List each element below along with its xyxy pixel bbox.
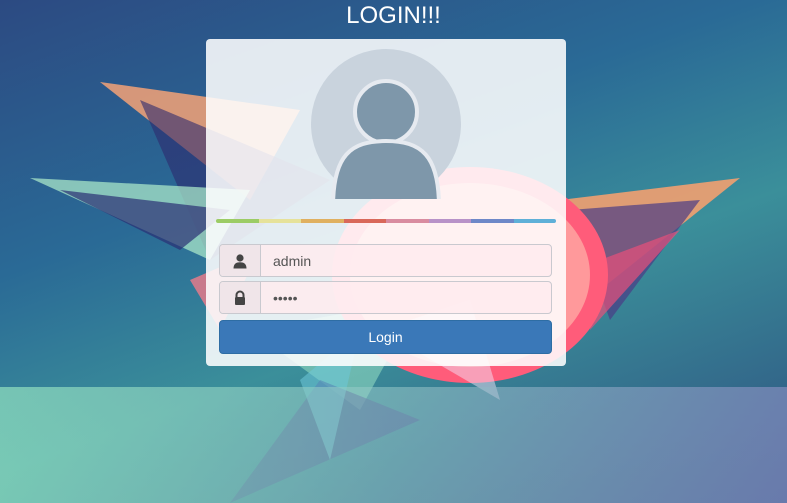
- login-button[interactable]: Login: [219, 320, 552, 354]
- username-input[interactable]: [261, 245, 551, 276]
- login-page: LOGIN!!! admin Login: [0, 0, 787, 503]
- user-icon: [220, 245, 261, 276]
- username-group: [219, 244, 552, 277]
- lock-icon: [220, 282, 261, 313]
- floor-overlay: [0, 387, 787, 503]
- password-group: [219, 281, 552, 314]
- user-avatar-icon: [311, 49, 461, 199]
- login-panel: Login: [206, 39, 566, 366]
- page-title: LOGIN!!!: [346, 2, 441, 29]
- color-stripe-divider: [216, 219, 556, 223]
- password-input[interactable]: [261, 282, 551, 313]
